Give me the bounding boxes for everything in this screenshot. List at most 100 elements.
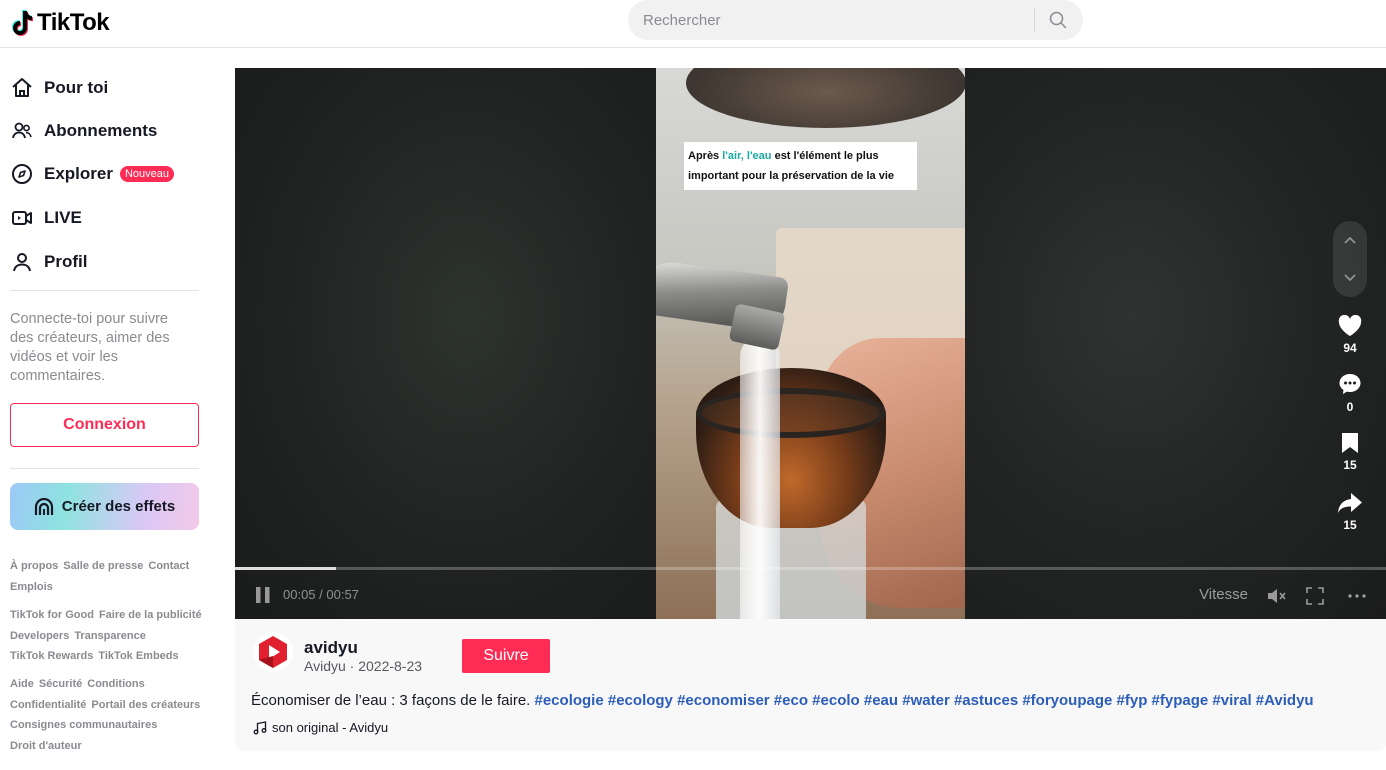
pause-icon [256, 587, 270, 603]
caption-text: est l'élément le plus [771, 150, 879, 162]
footer-link[interactable]: Consignes communautaires [10, 719, 157, 731]
footer-link[interactable]: Emplois [10, 581, 53, 593]
speed-button[interactable]: Vitesse [1199, 586, 1248, 603]
music-title: son original - Avidyu [272, 720, 389, 735]
share-arrow-icon [1338, 493, 1362, 513]
frame-hand-top [686, 68, 965, 128]
hashtag-link[interactable]: #fypage [1152, 692, 1209, 709]
caption-line-2: important pour la préservation de la vie [688, 170, 894, 182]
footer-link[interactable]: À propos [10, 560, 58, 572]
save-action[interactable]: 15 [1333, 432, 1367, 472]
fullscreen-icon [1306, 587, 1324, 605]
footer-link[interactable]: Aide [10, 678, 34, 690]
footer-link[interactable]: Portail des créateurs [91, 699, 200, 711]
hashtag-link[interactable]: #economiser [677, 692, 770, 709]
avidyu-logo-icon [259, 636, 287, 668]
footer-link[interactable]: Sécurité [39, 678, 82, 690]
progress-bar[interactable] [235, 567, 1386, 570]
footer-link[interactable]: TikTok for Good [10, 609, 94, 621]
hashtag-link[interactable]: #foryoupage [1022, 692, 1112, 709]
share-action[interactable]: 15 [1333, 492, 1367, 532]
like-count: 94 [1343, 341, 1357, 355]
footer-links-group-2: TikTok for Good Faire de la publicité Deve… [10, 605, 205, 667]
search-button[interactable] [1036, 0, 1080, 40]
search-divider [1034, 8, 1035, 32]
footer-link[interactable]: TikTok Rewards [10, 650, 93, 662]
nav-label: Explorer [44, 164, 113, 183]
nav-label: Abonnements [44, 121, 158, 140]
hashtag-list: #ecologie #ecology #economiser #eco #eco… [535, 692, 1314, 709]
time-display: 00:05 / 00:57 [283, 587, 359, 602]
logo-wordmark: TikTok [37, 9, 110, 36]
heart-icon [1338, 315, 1362, 336]
progress-fill [235, 567, 337, 570]
like-action[interactable]: 94 [1333, 315, 1367, 355]
next-video-button[interactable] [1333, 259, 1367, 297]
footer-link[interactable]: TikTok Embeds [98, 650, 178, 662]
search-input[interactable] [643, 0, 1023, 40]
footer-link[interactable]: Developers [10, 630, 69, 642]
caption-text: Après [688, 150, 723, 162]
footer-link[interactable]: Droit d'auteur [10, 740, 82, 752]
previous-video-button[interactable] [1333, 221, 1367, 259]
hashtag-link[interactable]: #water [902, 692, 950, 709]
more-options-button[interactable] [1346, 585, 1368, 607]
video-controls: 00:05 / 00:57 Vitesse [235, 581, 1386, 611]
frame-water [740, 336, 780, 619]
footer-link[interactable]: Confidentialité [10, 699, 86, 711]
video-navigation [1333, 221, 1367, 297]
tiktok-logo[interactable]: TikTok [10, 9, 110, 37]
hashtag-link[interactable]: #fyp [1117, 692, 1148, 709]
footer-link[interactable]: Faire de la publicité [99, 609, 202, 621]
chevron-up-icon [1344, 236, 1356, 244]
nav-label: Profil [44, 252, 88, 271]
mute-button[interactable] [1266, 585, 1288, 607]
nav-label: Pour toi [44, 78, 109, 97]
sidebar-divider [10, 468, 199, 469]
search-icon [1049, 11, 1067, 29]
hashtag-link[interactable]: #Avidyu [1256, 692, 1314, 709]
author-meta: Avidyu · 2022-8-23 [304, 658, 423, 674]
create-effects-button[interactable]: Créer des effets [10, 483, 199, 530]
music-note-icon [253, 720, 267, 734]
comment-action[interactable]: 0 [1333, 372, 1367, 414]
author-avatar[interactable] [253, 632, 293, 672]
music-link[interactable]: son original - Avidyu [253, 720, 388, 735]
save-count: 15 [1343, 458, 1357, 472]
caption-highlight: l'air, l'eau [722, 150, 772, 162]
nav-item-profil[interactable]: Profil [10, 242, 87, 282]
nav-item-live[interactable]: LIVE [10, 198, 82, 238]
pause-button[interactable] [255, 586, 271, 604]
login-button[interactable]: Connexion [10, 403, 199, 447]
nav-item-pour-toi[interactable]: Pour toi [10, 68, 108, 108]
footer-links-group-3: Aide Sécurité Conditions Confidentialité Por… [10, 674, 205, 756]
footer-link[interactable]: Conditions [87, 678, 144, 690]
share-count: 15 [1343, 518, 1357, 532]
footer-link[interactable]: Transparence [74, 630, 146, 642]
video-blur-right [965, 68, 1386, 619]
nav-item-abonnements[interactable]: Abonnements [10, 111, 157, 151]
follow-button[interactable]: Suivre [462, 639, 550, 673]
hashtag-link[interactable]: #ecology [608, 692, 673, 709]
nav-item-explorer[interactable]: Explorer Nouveau [10, 154, 176, 194]
left-sidebar: Pour toi Abonnements Explorer Nouveau LI… [0, 48, 210, 770]
video-player[interactable]: Après l'air, l'eau est l'élément le plus… [235, 68, 1386, 619]
post-description: Économiser de l’eau : 3 façons de le fai… [251, 692, 1314, 709]
search-bar [628, 0, 1083, 40]
caption-line-1: Après l'air, l'eau est l'élément le plus [688, 146, 913, 166]
hashtag-link[interactable]: #ecolo [812, 692, 860, 709]
fullscreen-button[interactable] [1304, 585, 1326, 607]
frame-cup-rim [696, 388, 886, 438]
hashtag-link[interactable]: #viral [1212, 692, 1251, 709]
top-header: TikTok [0, 0, 1386, 48]
footer-link[interactable]: Salle de presse [63, 560, 143, 572]
author-username[interactable]: avidyu [304, 638, 358, 658]
footer-link[interactable]: Contact [148, 560, 189, 572]
hashtag-link[interactable]: #eco [774, 692, 808, 709]
hashtag-link[interactable]: #eau [864, 692, 898, 709]
chevron-down-icon [1344, 274, 1356, 282]
video-frame[interactable]: Après l'air, l'eau est l'élément le plus… [656, 68, 965, 619]
hashtag-link[interactable]: #astuces [954, 692, 1018, 709]
more-icon [1348, 594, 1366, 598]
hashtag-link[interactable]: #ecologie [535, 692, 604, 709]
